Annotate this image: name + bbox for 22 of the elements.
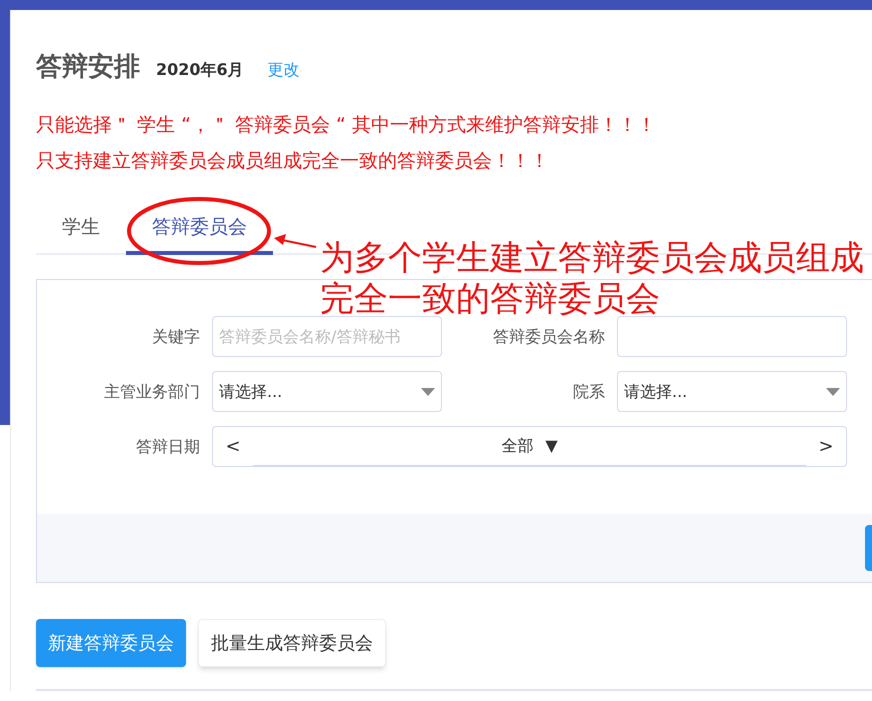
caret-down-icon: [826, 388, 840, 396]
field-label: 院系: [572, 380, 606, 402]
select-field[interactable]: 请选择...: [212, 371, 442, 412]
batch-generate-button[interactable]: 批量生成答辩委员会: [198, 619, 386, 667]
button-edge[interactable]: [865, 525, 872, 571]
field-label: 答辩委员会名称: [492, 326, 606, 348]
input-field[interactable]: [617, 316, 847, 357]
warning-text: 只支持建立答辩委员会成员组成完全一致的答辩委员会！！！: [36, 149, 550, 174]
tab[interactable]: 学生: [36, 203, 126, 255]
field-label: 主管业务部门: [103, 380, 201, 402]
previous-button[interactable]: <: [213, 433, 253, 460]
date-dropdown[interactable]: 全部 ▼: [253, 427, 806, 466]
field-label: 答辩日期: [135, 436, 201, 458]
period-label: 2020年6月: [156, 59, 244, 81]
select-field[interactable]: 请选择...: [617, 371, 847, 412]
field-label: 关键字: [151, 326, 201, 348]
page-title: 答辩安排: [36, 51, 140, 84]
caret-down-icon: [421, 388, 435, 396]
arrow-icon: [272, 233, 318, 251]
input-field[interactable]: 答辩委员会名称/答辩秘书: [212, 316, 442, 357]
warning-text: 只能选择＂ 学生 “，＂ 答辩委员会 “ 其中一种方式来维护答辩安排！！！: [36, 113, 657, 138]
next-button[interactable]: >: [806, 433, 846, 460]
